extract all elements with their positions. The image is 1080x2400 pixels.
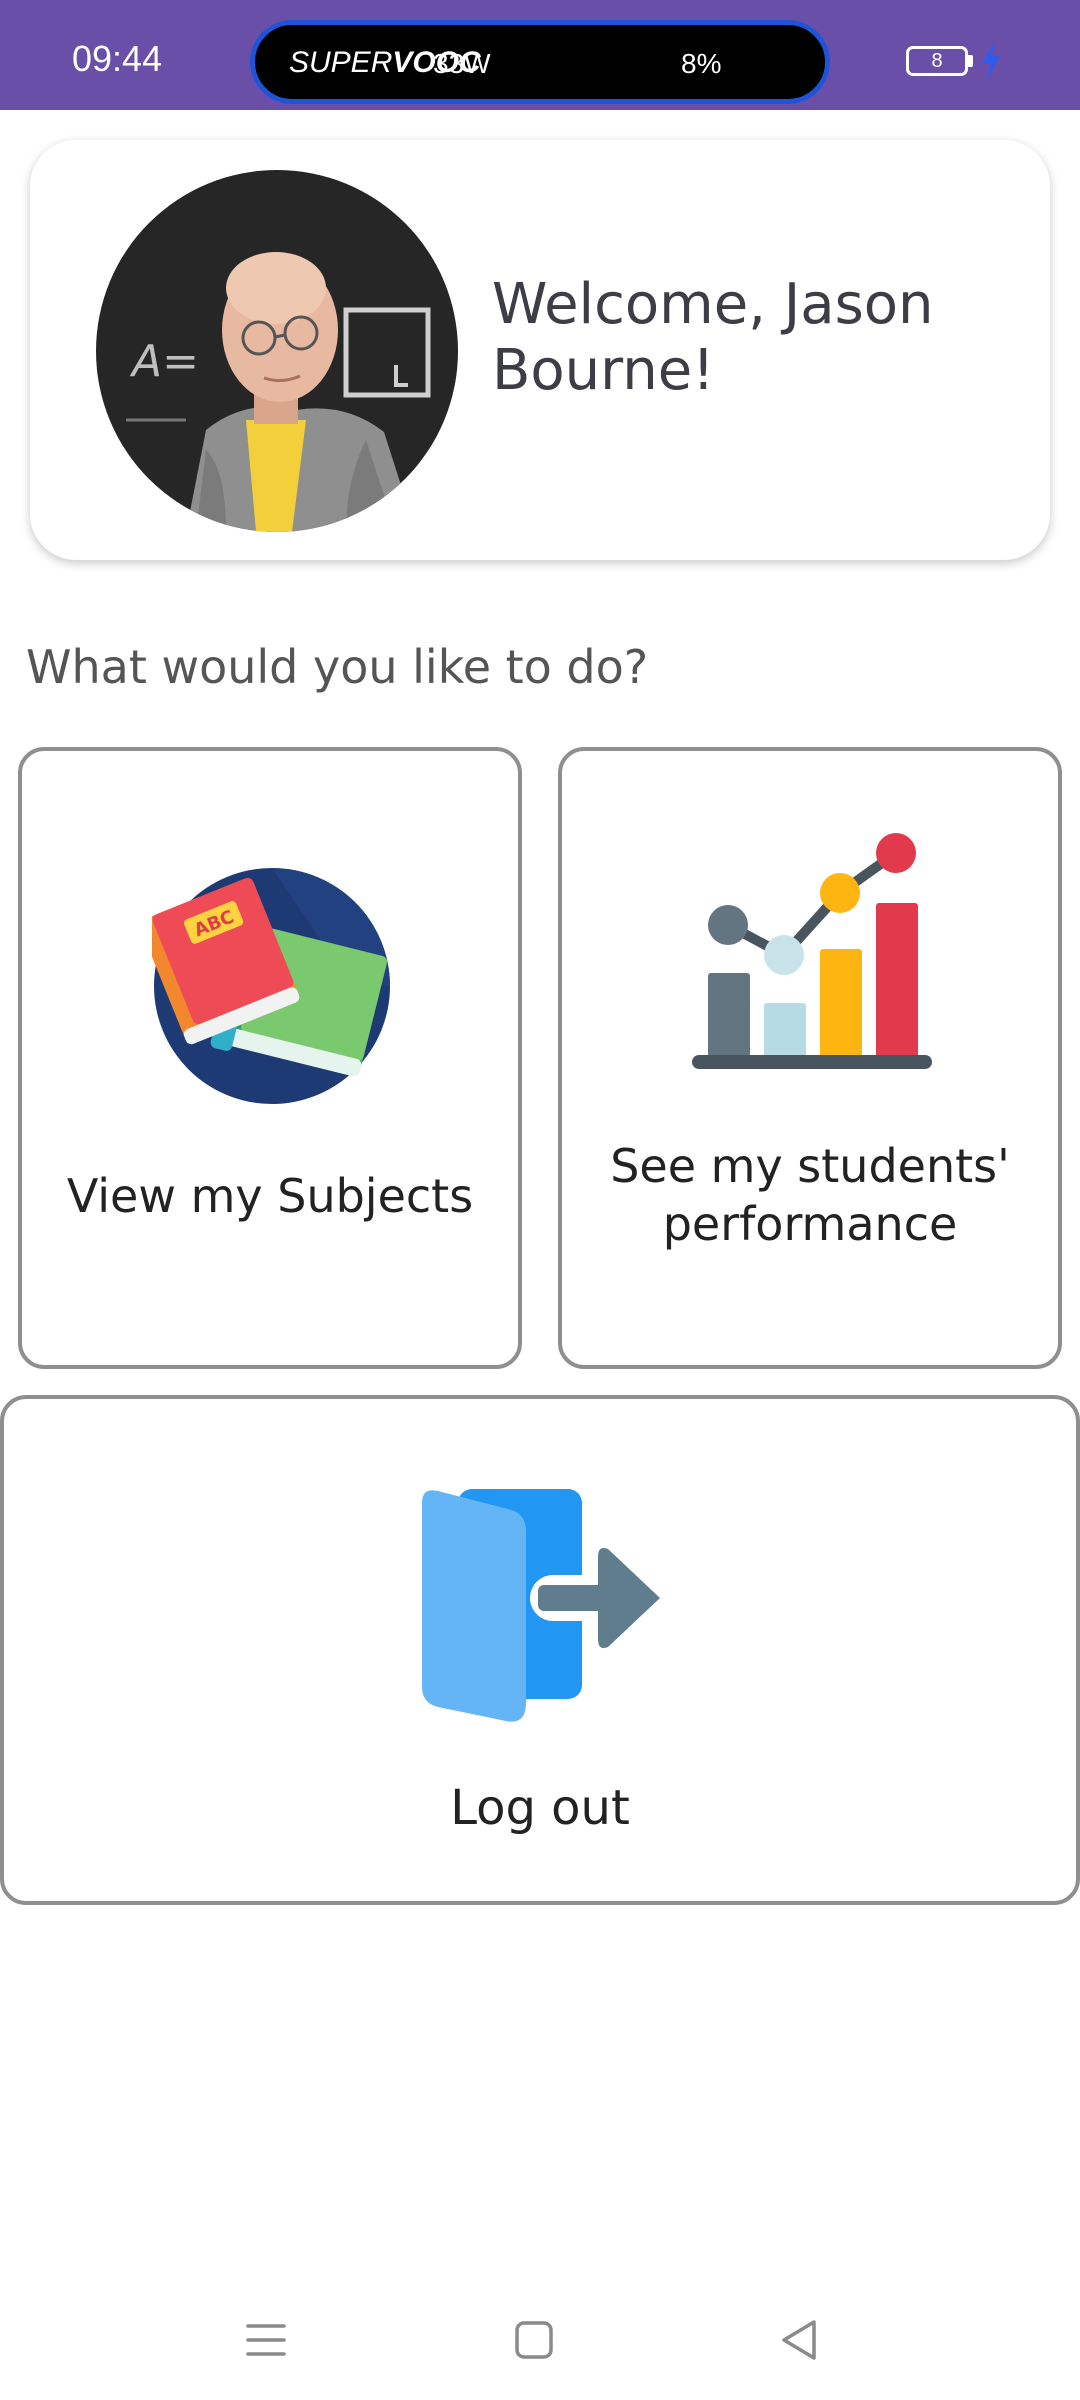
battery-icon: 8	[906, 46, 968, 76]
view-subjects-label: View my Subjects	[66, 1169, 474, 1223]
status-bar: 09:44 SUPERVOOC 33W 8% 8	[0, 0, 1080, 110]
students-performance-button[interactable]: See my students' performance	[558, 747, 1062, 1369]
svg-text:A=: A=	[129, 336, 199, 387]
action-prompt: What would you like to do?	[26, 640, 649, 694]
performance-chart-icon	[692, 833, 932, 1069]
teacher-profile-photo: A=	[96, 170, 458, 532]
teacher-home-screen: 09:44 SUPERVOOC 33W 8% 8 A= Welcome, Jas…	[0, 0, 1080, 2400]
menu-icon[interactable]	[236, 2310, 296, 2370]
back-icon[interactable]	[770, 2310, 830, 2370]
logout-label: Log out	[450, 1780, 630, 1836]
logout-button[interactable]: Log out	[0, 1395, 1080, 1905]
welcome-card: A= Welcome, Jason Bourne!	[30, 140, 1050, 560]
charging-indicator: SUPERVOOC 33W 8%	[250, 20, 830, 104]
students-performance-label: See my students' performance	[610, 1139, 1010, 1251]
avatar: A=	[96, 170, 458, 532]
home-icon[interactable]	[504, 2310, 564, 2370]
battery-nub	[968, 55, 973, 67]
books-icon: ABC	[152, 868, 390, 1104]
logout-door-icon	[422, 1489, 660, 1722]
status-time: 09:44	[72, 38, 163, 79]
charging-power: 33W	[433, 48, 491, 79]
system-nav-bar	[0, 2280, 1080, 2400]
welcome-message: Welcome, Jason Bourne!	[492, 272, 934, 403]
view-subjects-button[interactable]: ABC View my Subjects	[18, 747, 522, 1369]
battery-level: 8	[931, 50, 943, 72]
charging-brand-light: SUPER	[289, 46, 393, 79]
charging-percent: 8%	[681, 48, 722, 79]
charging-bolt-icon	[982, 42, 1000, 80]
